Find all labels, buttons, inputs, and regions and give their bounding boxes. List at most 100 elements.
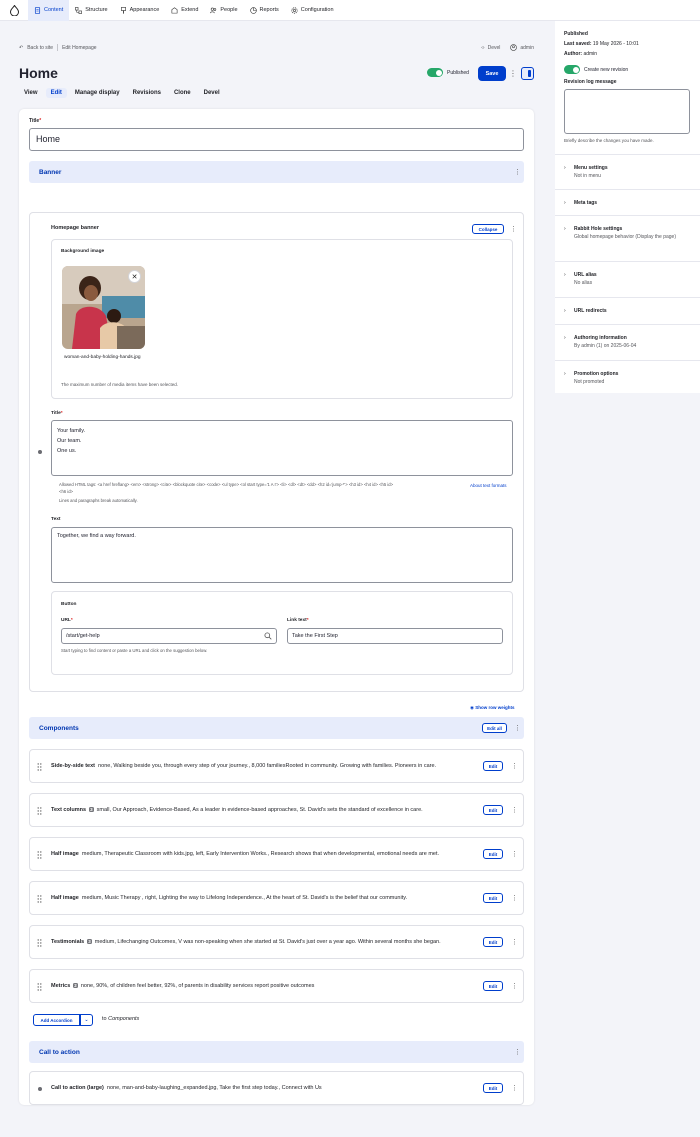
section-summary: No alias xyxy=(574,280,593,286)
drag-handle-icon[interactable] xyxy=(37,895,42,903)
cta-section-menu-icon[interactable]: ⋮ xyxy=(514,1049,521,1056)
drag-handle-icon[interactable] xyxy=(37,851,42,859)
main-content: ↶ Back to site Edit Homepage ‹› Devel adm… xyxy=(0,21,552,1137)
collapse-button[interactable]: Collapse xyxy=(472,224,504,234)
url-input[interactable]: /start/get-help xyxy=(61,628,277,644)
chart-icon xyxy=(249,6,257,14)
tab-edit[interactable]: Edit xyxy=(45,88,67,98)
component-row-metrics: Metrics 2 none, 90%, of children feel be… xyxy=(29,969,524,1003)
breadcrumb-divider xyxy=(57,44,59,51)
drag-handle-icon[interactable] xyxy=(37,983,42,991)
edit-button[interactable]: Edit xyxy=(483,1083,503,1093)
user-name: admin xyxy=(520,44,534,51)
cta-section-header[interactable]: Call to action xyxy=(29,1041,524,1063)
chevron-right-icon: › xyxy=(564,200,566,206)
toolbar-item-content[interactable]: Content xyxy=(28,0,70,21)
sidebar-section-promotion-options[interactable]: › Promotion options Not promoted xyxy=(555,360,700,393)
banner-title-textarea[interactable]: Your family. Our team. One us. xyxy=(51,420,513,476)
about-text-formats-link[interactable]: About text formats xyxy=(470,483,507,488)
url-value: /start/get-help xyxy=(66,633,100,639)
drag-handle-icon[interactable] xyxy=(37,763,42,771)
components-section-header[interactable]: Components xyxy=(29,717,524,739)
toolbar-item-configuration[interactable]: Configuration xyxy=(285,0,340,21)
to-target: Components xyxy=(108,1016,140,1022)
tab-devel[interactable]: Devel xyxy=(199,88,225,98)
sidebar-section-url-redirects[interactable]: › URL redirects xyxy=(555,297,700,324)
tab-revisions[interactable]: Revisions xyxy=(128,88,166,98)
link-text-input[interactable]: Take the First Step xyxy=(287,628,503,644)
component-summary: Metrics 2 none, 90%, of children feel be… xyxy=(51,983,479,989)
text-textarea[interactable]: Together, we find a way forward. xyxy=(51,527,513,583)
component-type: Call to action (large) xyxy=(51,1085,104,1091)
component-type: Testimonials xyxy=(51,939,85,945)
toolbar-item-structure[interactable]: Structure xyxy=(69,0,113,21)
search-icon xyxy=(264,632,272,640)
document-icon xyxy=(34,6,41,14)
revision-toggle[interactable] xyxy=(564,65,580,74)
breadcrumb: ↶ Back to site Edit Homepage xyxy=(19,44,97,51)
banner-section-menu-icon[interactable]: ⋮ xyxy=(514,169,521,176)
edit-all-button[interactable]: Edit all xyxy=(482,723,507,733)
toolbar-item-reports[interactable]: Reports xyxy=(244,0,285,21)
banner-title-line: Our team. xyxy=(57,438,82,444)
sidebar-section-url-alias[interactable]: › URL alias No alias xyxy=(555,261,700,297)
devel-link[interactable]: ‹› Devel xyxy=(481,45,500,51)
back-arrow-icon[interactable]: ↶ xyxy=(19,45,23,51)
sidebar-toggle-icon[interactable] xyxy=(521,67,534,80)
chevron-right-icon: › xyxy=(564,308,566,314)
toolbar-item-extend[interactable]: Extend xyxy=(165,0,204,21)
count-badge: 3 xyxy=(88,807,95,812)
user-icon xyxy=(510,44,518,51)
user-menu[interactable]: admin xyxy=(510,44,534,51)
edit-button[interactable]: Edit xyxy=(483,849,503,859)
edit-button[interactable]: Edit xyxy=(483,893,503,903)
tab-manage-display[interactable]: Manage display xyxy=(70,88,125,98)
edit-button[interactable]: Edit xyxy=(483,805,503,815)
toolbar-item-people[interactable]: People xyxy=(204,0,243,21)
tab-view[interactable]: View xyxy=(19,88,43,98)
sidebar-section-menu-settings[interactable]: › Menu settings Not in menu xyxy=(555,154,700,189)
background-image-label: Background image xyxy=(61,249,105,254)
component-menu-icon[interactable]: ⋮ xyxy=(511,939,518,946)
author: Author: admin xyxy=(564,51,598,57)
published-status[interactable]: Published xyxy=(427,68,469,77)
sidebar-section-meta-tags[interactable]: › Meta tags xyxy=(555,189,700,215)
component-menu-icon[interactable]: ⋮ xyxy=(511,851,518,858)
revision-log-textarea[interactable] xyxy=(564,89,690,134)
component-menu-icon[interactable]: ⋮ xyxy=(511,1085,518,1092)
back-to-site-link[interactable]: Back to site xyxy=(27,45,53,51)
toolbar-item-appearance[interactable]: Appearance xyxy=(114,0,166,21)
component-menu-icon[interactable]: ⋮ xyxy=(511,807,518,814)
title-input[interactable]: Home xyxy=(29,128,524,151)
edit-button[interactable]: Edit xyxy=(483,761,503,771)
add-accordion-button[interactable]: Add Accordion xyxy=(33,1014,80,1026)
chevron-down-icon[interactable]: ⌄ xyxy=(80,1014,93,1026)
create-revision-toggle[interactable]: Create new revision xyxy=(564,65,628,74)
edit-button[interactable]: Edit xyxy=(483,981,503,991)
sidebar-section-rabbit-hole[interactable]: › Rabbit Hole settings Global homepage b… xyxy=(555,215,700,261)
component-type: Metrics xyxy=(51,983,71,989)
save-button[interactable]: Save xyxy=(478,66,506,81)
component-summary-text: none, man-and-baby-laughing_expanded.jpg… xyxy=(106,1085,322,1091)
show-row-weights-link[interactable]: ◉ Show row weights xyxy=(470,705,514,711)
more-actions-icon[interactable]: ⋮ xyxy=(509,68,517,79)
drupal-logo-icon[interactable] xyxy=(0,0,28,21)
sidebar-section-authoring-information[interactable]: › Authoring information By admin (1) on … xyxy=(555,324,700,360)
components-section-title: Components xyxy=(39,724,79,732)
component-summary: Half image medium, Therapeutic Classroom… xyxy=(51,851,479,857)
edit-button[interactable]: Edit xyxy=(483,937,503,947)
banner-paragraph-menu-icon[interactable]: ⋮ xyxy=(510,226,517,233)
drag-handle-icon[interactable] xyxy=(37,807,42,815)
component-menu-icon[interactable]: ⋮ xyxy=(511,983,518,990)
remove-image-button[interactable]: ✕ xyxy=(128,270,141,283)
drag-handle-icon[interactable] xyxy=(37,939,42,947)
components-section-menu-icon[interactable]: ⋮ xyxy=(514,725,521,732)
last-saved: Last saved: 19 May 2026 - 10:01 xyxy=(564,41,639,47)
component-type: Side-by-side text xyxy=(51,763,96,769)
tab-clone[interactable]: Clone xyxy=(169,88,196,98)
component-menu-icon[interactable]: ⋮ xyxy=(511,895,518,902)
banner-section-header[interactable]: Banner xyxy=(29,161,524,183)
component-summary: Testimonials 3 medium, Lifechanging Outc… xyxy=(51,939,479,945)
component-menu-icon[interactable]: ⋮ xyxy=(511,763,518,770)
published-toggle[interactable] xyxy=(427,68,443,77)
